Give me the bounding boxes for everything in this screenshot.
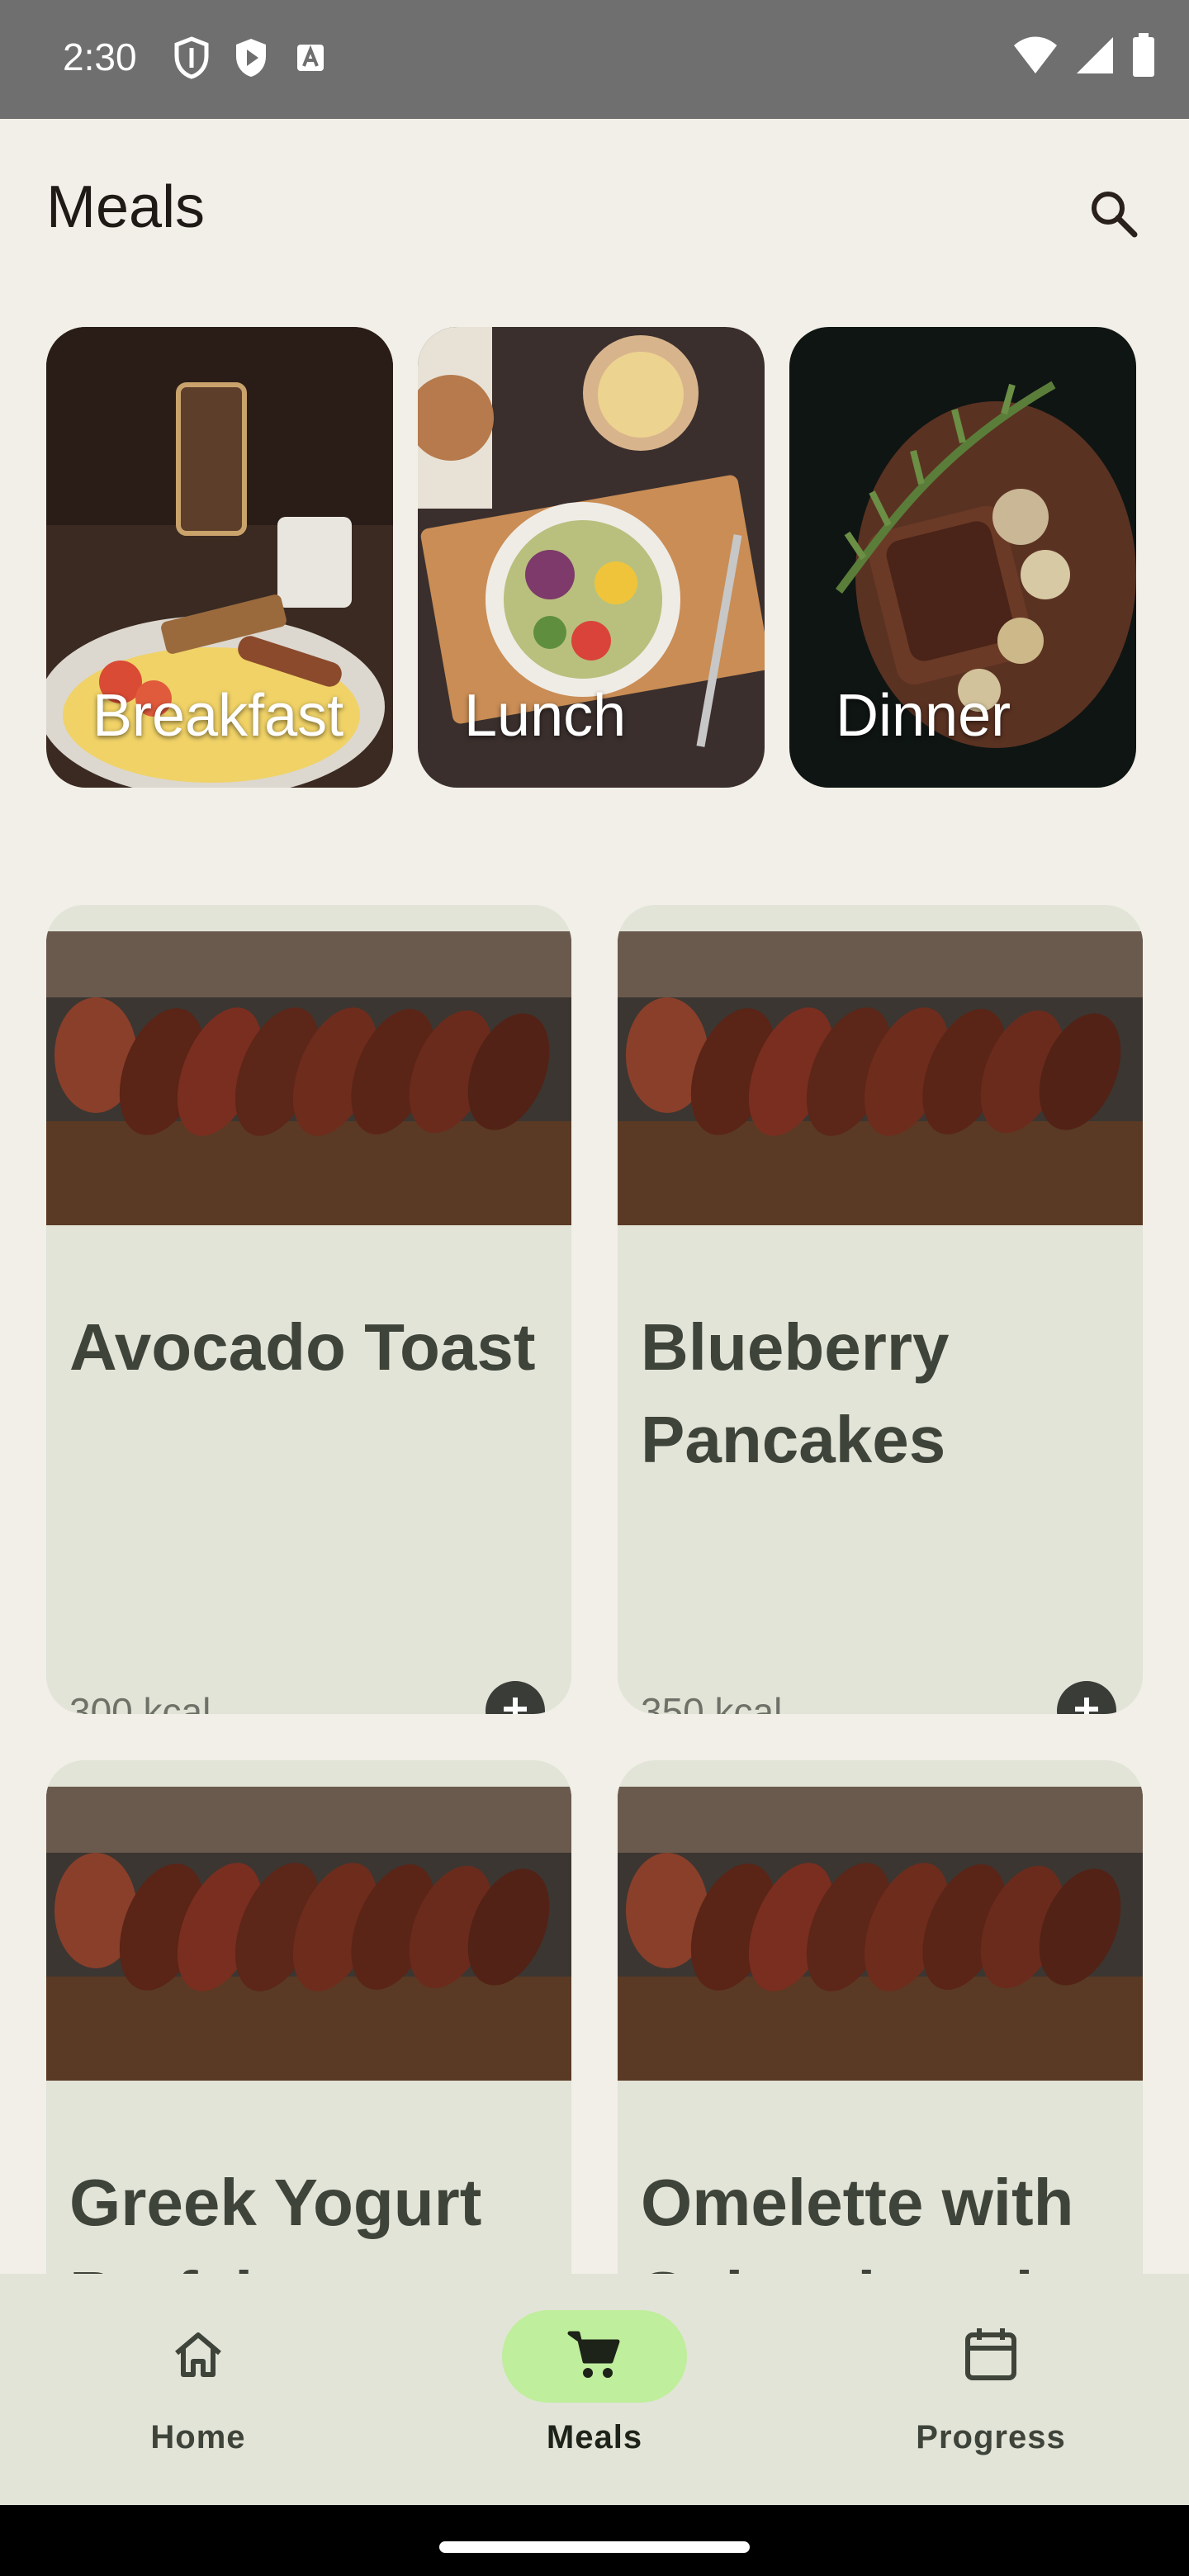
meal-card[interactable]: Greek Yogurt Parfait [46, 1760, 571, 2338]
search-button[interactable] [1077, 178, 1149, 251]
battery-icon [1131, 33, 1156, 78]
status-icons-right [1012, 33, 1156, 78]
nav-label: Meals [546, 2419, 643, 2455]
status-bar: 2:30 [0, 0, 1189, 119]
play-protect-icon [233, 36, 269, 79]
nav-label: Progress [916, 2419, 1066, 2455]
nav-label: Home [150, 2419, 246, 2455]
shield-icon [173, 36, 210, 79]
home-icon [168, 2325, 228, 2389]
add-meal-button[interactable] [1057, 1681, 1116, 1714]
meal-image [618, 931, 1143, 1225]
nav-item-home[interactable]: Home [0, 2274, 396, 2505]
bottom-navigation: Home Meals Progress [0, 2274, 1189, 2505]
meal-image [46, 931, 571, 1225]
plus-icon [499, 1693, 532, 1714]
cart-icon [565, 2325, 624, 2389]
meal-card[interactable]: Omelette with Spinach and [618, 1760, 1143, 2338]
category-label: Lunch [464, 683, 627, 749]
plus-icon [1070, 1693, 1103, 1714]
meal-name: Blueberry Pancakes [641, 1310, 950, 1476]
meal-image [618, 1787, 1143, 2081]
search-icon [1087, 187, 1139, 244]
status-time: 2:30 [63, 36, 137, 78]
nav-item-meals[interactable]: Meals [396, 2274, 793, 2505]
category-tile-lunch[interactable]: Lunch [418, 327, 765, 788]
status-icons-left [173, 36, 329, 79]
meal-card[interactable]: Blueberry Pancakes 350 kcal [618, 905, 1143, 1714]
meal-kcal: 350 kcal [641, 1690, 783, 1714]
meal-card[interactable]: Avocado Toast 300 kcal [46, 905, 571, 1714]
category-tile-dinner[interactable]: Dinner [789, 327, 1136, 788]
nav-pill [898, 2310, 1083, 2403]
meal-kcal: 300 kcal [69, 1690, 211, 1714]
category-label: Dinner [836, 683, 1011, 749]
gesture-handle[interactable] [439, 2541, 750, 2553]
meal-name: Avocado Toast [69, 1310, 536, 1384]
nav-item-progress[interactable]: Progress [793, 2274, 1189, 2505]
nav-pill [106, 2310, 291, 2403]
wifi-icon [1012, 36, 1059, 75]
calendar-icon [961, 2325, 1021, 2389]
category-tile-breakfast[interactable]: Breakfast [46, 327, 393, 788]
category-label: Breakfast [92, 683, 344, 749]
signal-icon [1075, 36, 1115, 75]
page-title: Meals [46, 174, 206, 240]
meal-image [46, 1787, 571, 2081]
keyboard-a-icon [292, 36, 329, 79]
system-gesture-area [0, 2505, 1189, 2576]
add-meal-button[interactable] [486, 1681, 545, 1714]
nav-pill-active [502, 2310, 687, 2403]
